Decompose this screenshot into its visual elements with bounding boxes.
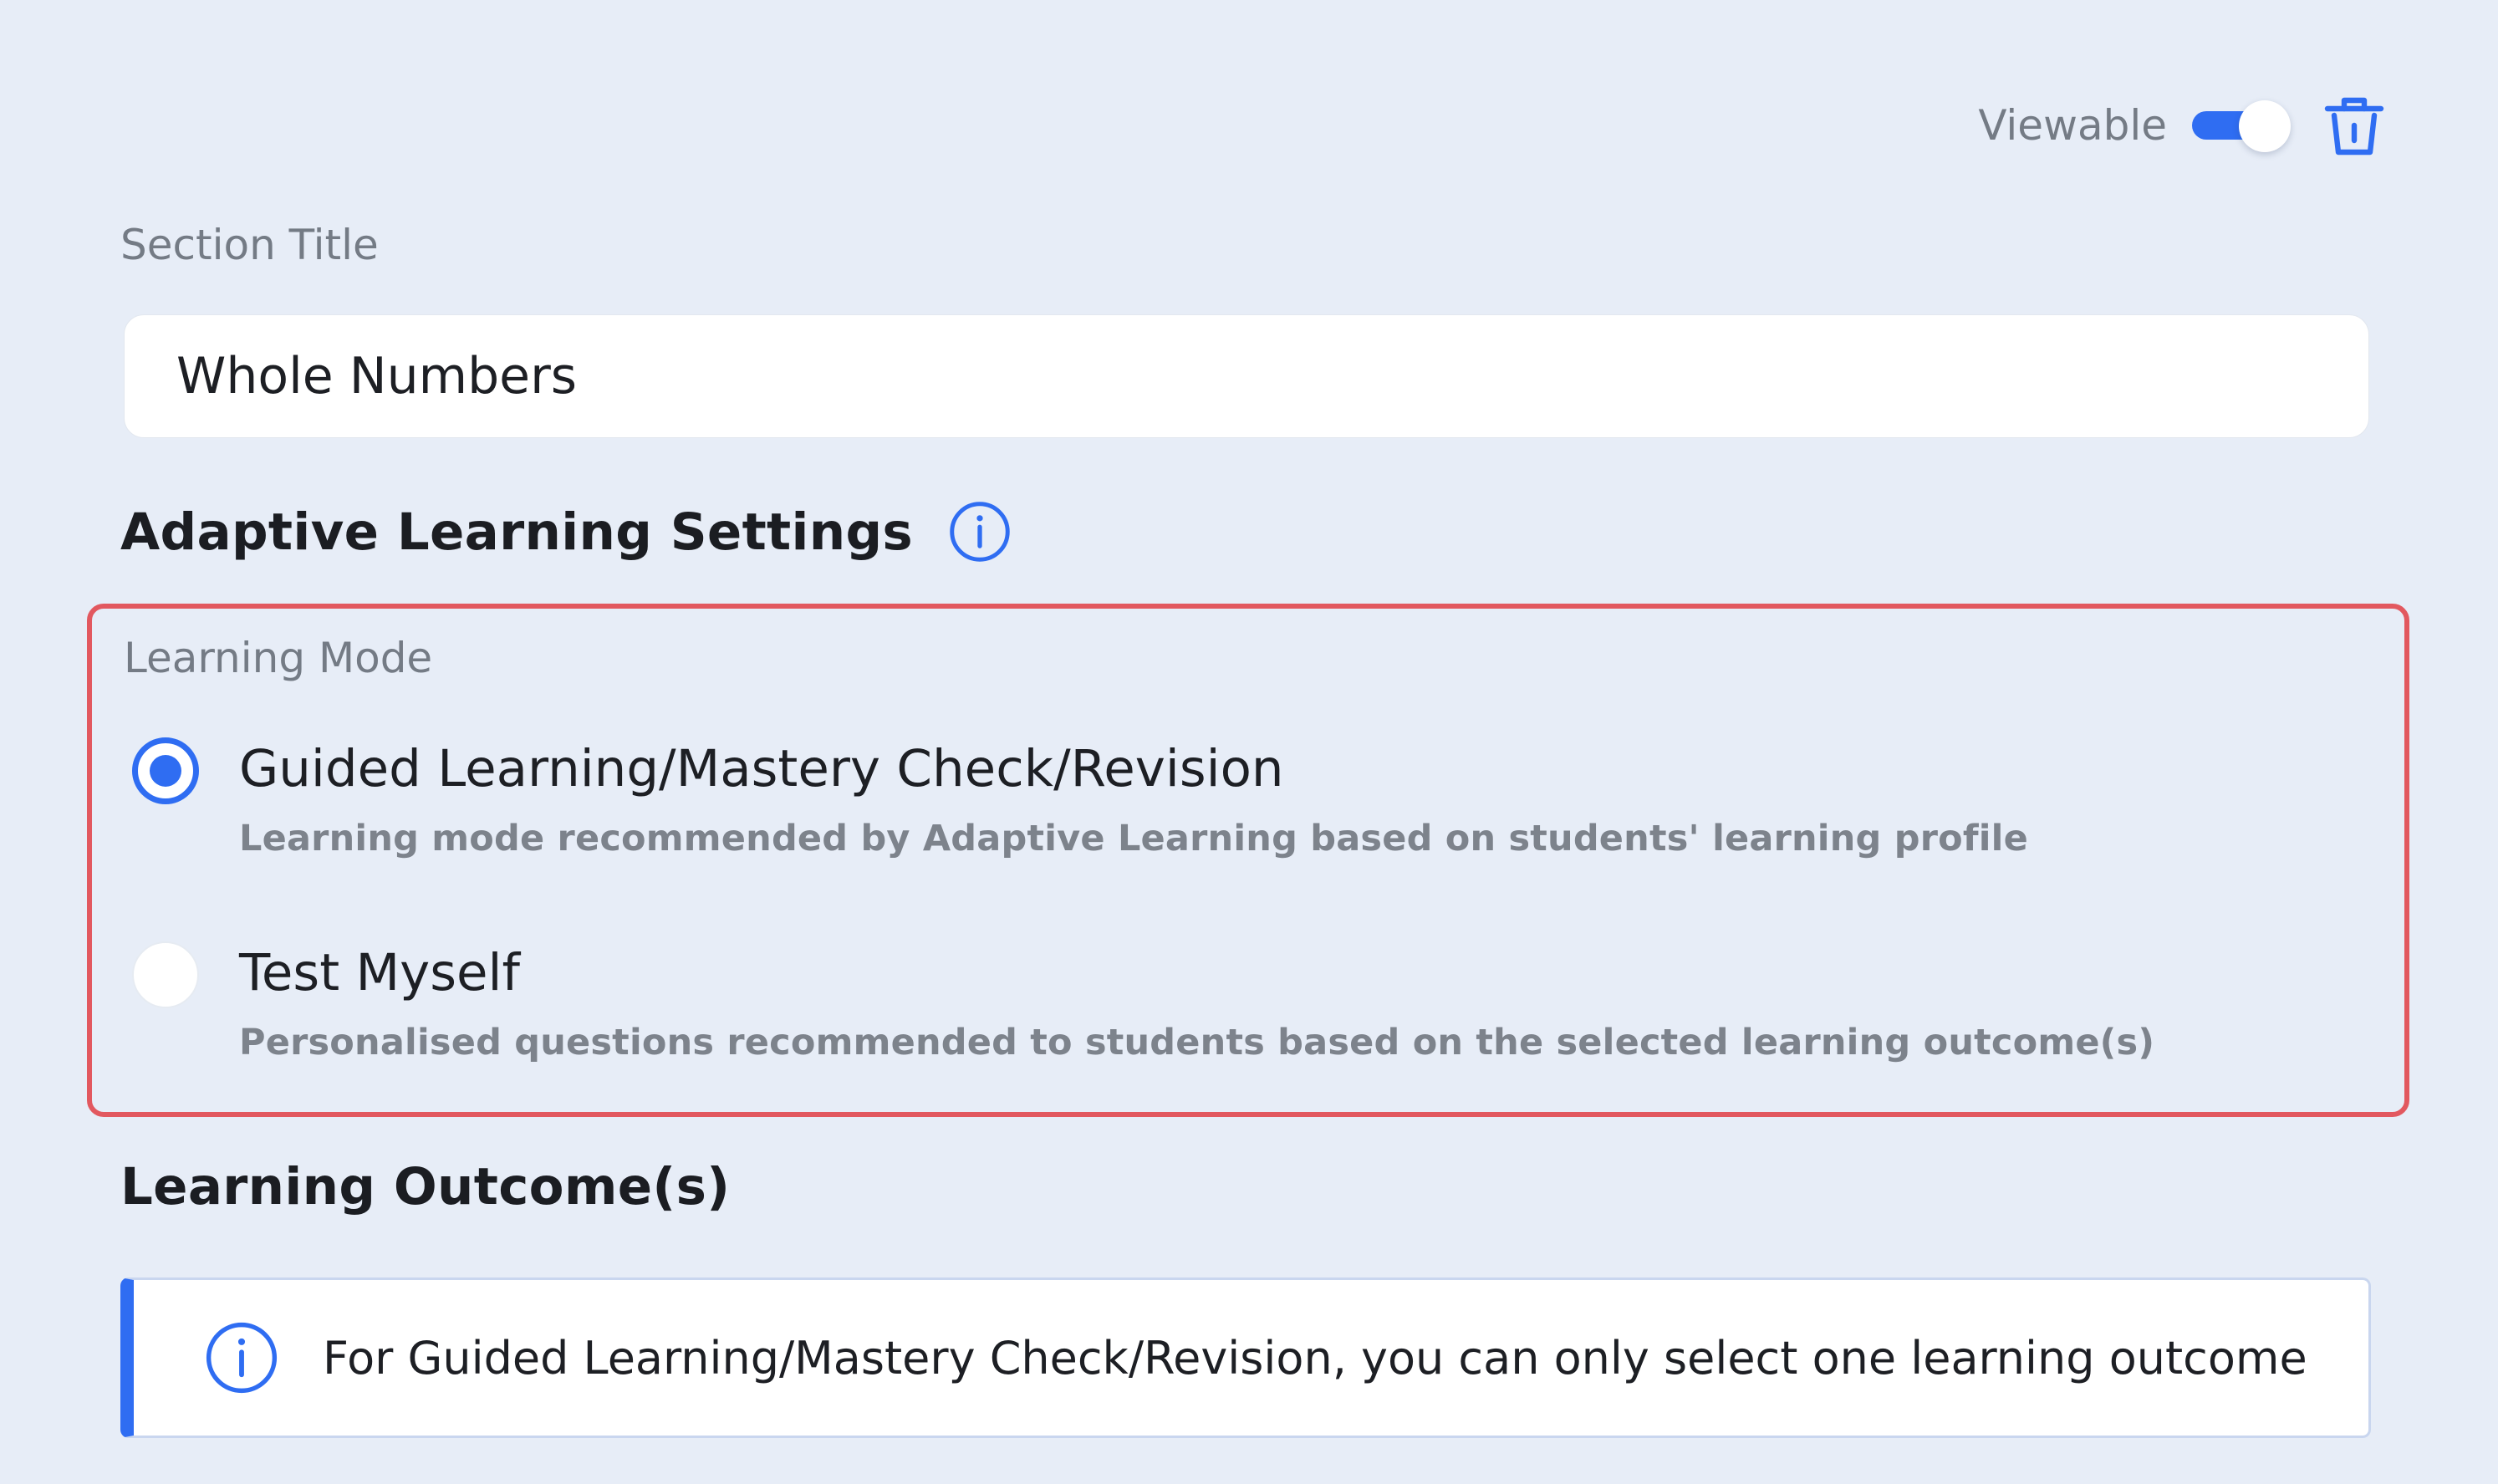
viewable-toggle[interactable] [2192, 100, 2292, 152]
section-header-actions: Viewable [1978, 90, 2386, 161]
radio-option-text: Guided Learning/Mastery Check/Revision L… [239, 734, 2028, 859]
toggle-knob [2239, 100, 2291, 152]
section-title-input[interactable] [124, 314, 2369, 438]
radio-option-guided-learning[interactable]: Guided Learning/Mastery Check/Revision L… [132, 734, 2028, 859]
learning-outcomes-heading: Learning Outcome(s) [120, 1157, 731, 1216]
radio-option-description: Personalised questions recommended to st… [239, 1022, 2155, 1063]
section-editor: Viewable Section Title Adaptive Learning… [0, 0, 2498, 1484]
radio-option-description: Learning mode recommended by Adaptive Le… [239, 818, 2028, 859]
info-banner-text: For Guided Learning/Mastery Check/Revisi… [323, 1331, 2307, 1385]
radio-option-title: Test Myself [239, 943, 520, 1002]
radio-option-title: Guided Learning/Mastery Check/Revision [239, 739, 1284, 798]
section-title-label: Section Title [120, 221, 379, 269]
info-icon[interactable] [948, 500, 1012, 564]
radio-button-unselected[interactable] [132, 941, 199, 1008]
trash-icon[interactable] [2322, 92, 2386, 159]
info-banner: For Guided Learning/Mastery Check/Revisi… [120, 1277, 2371, 1438]
radio-button-selected[interactable] [132, 737, 199, 804]
adaptive-settings-heading: Adaptive Learning Settings [120, 502, 914, 562]
viewable-label: Viewable [1978, 101, 2167, 150]
learning-mode-label: Learning Mode [124, 634, 433, 682]
learning-mode-panel: Learning Mode Guided Learning/Mastery Ch… [87, 604, 2409, 1117]
info-icon [206, 1322, 278, 1394]
radio-option-test-myself[interactable]: Test Myself Personalised questions recom… [132, 938, 2154, 1063]
adaptive-settings-heading-row: Adaptive Learning Settings [120, 500, 1012, 564]
radio-option-text: Test Myself Personalised questions recom… [239, 938, 2154, 1063]
